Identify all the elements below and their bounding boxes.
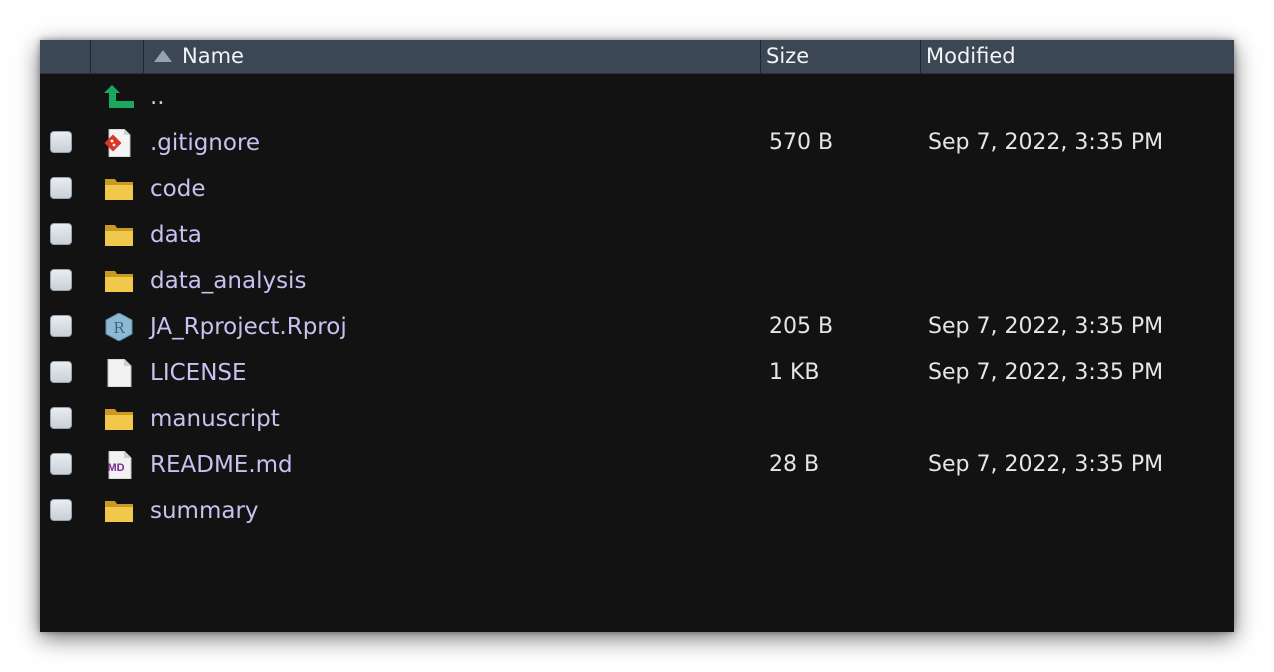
git-file-icon bbox=[104, 128, 134, 158]
file-size: 1 KB bbox=[769, 360, 820, 385]
file-name-link[interactable]: data_analysis bbox=[150, 258, 306, 304]
file-row[interactable]: .gitignore 570 B Sep 7, 2022, 3:35 PM bbox=[40, 120, 1234, 166]
row-checkbox[interactable] bbox=[50, 361, 72, 383]
file-name-link[interactable]: README.md bbox=[150, 442, 293, 488]
file-row[interactable]: manuscript bbox=[40, 396, 1234, 442]
header-name-label: Name bbox=[182, 44, 244, 68]
file-row[interactable]: R JA_Rproject.Rproj 205 B Sep 7, 2022, 3… bbox=[40, 304, 1234, 350]
file-name-link[interactable]: data bbox=[150, 212, 202, 258]
row-checkbox[interactable] bbox=[50, 223, 72, 245]
file-modified: Sep 7, 2022, 3:35 PM bbox=[928, 452, 1164, 477]
row-checkbox[interactable] bbox=[50, 315, 72, 337]
row-checkbox[interactable] bbox=[50, 453, 72, 475]
row-checkbox[interactable] bbox=[50, 131, 72, 153]
file-size: 570 B bbox=[769, 130, 834, 155]
file-row[interactable]: LICENSE 1 KB Sep 7, 2022, 3:35 PM bbox=[40, 350, 1234, 396]
folder-icon bbox=[104, 497, 134, 525]
column-header: Name Size Modified bbox=[40, 40, 1234, 74]
file-row[interactable]: data bbox=[40, 212, 1234, 258]
file-size: 28 B bbox=[769, 452, 820, 477]
file-name-link[interactable]: .gitignore bbox=[150, 120, 260, 166]
files-pane: Name Size Modified .. .gitignore 570 B S… bbox=[40, 40, 1234, 632]
row-checkbox[interactable] bbox=[50, 499, 72, 521]
file-name-link[interactable]: .. bbox=[150, 74, 165, 120]
file-name-link[interactable]: summary bbox=[150, 488, 259, 534]
folder-icon bbox=[104, 175, 134, 203]
file-name-link[interactable]: manuscript bbox=[150, 396, 280, 442]
row-checkbox[interactable] bbox=[50, 177, 72, 199]
folder-icon bbox=[104, 267, 134, 295]
header-checkbox-column bbox=[40, 40, 91, 73]
file-row[interactable]: data_analysis bbox=[40, 258, 1234, 304]
header-icon-column bbox=[91, 40, 144, 73]
file-icon bbox=[104, 358, 134, 388]
header-modified-label: Modified bbox=[926, 44, 1016, 68]
header-size-column[interactable]: Size bbox=[761, 40, 921, 73]
file-row[interactable]: MD README.md 28 B Sep 7, 2022, 3:35 PM bbox=[40, 442, 1234, 488]
header-size-label: Size bbox=[766, 44, 810, 68]
file-row[interactable]: code bbox=[40, 166, 1234, 212]
file-row-parent[interactable]: .. bbox=[40, 74, 1234, 120]
up-arrow-icon[interactable] bbox=[104, 83, 134, 111]
header-modified-column[interactable]: Modified bbox=[921, 40, 1234, 73]
file-modified: Sep 7, 2022, 3:35 PM bbox=[928, 130, 1164, 155]
file-name-link[interactable]: LICENSE bbox=[150, 350, 247, 396]
file-name-link[interactable]: JA_Rproject.Rproj bbox=[150, 304, 347, 350]
file-row[interactable]: summary bbox=[40, 488, 1234, 534]
file-modified: Sep 7, 2022, 3:35 PM bbox=[928, 360, 1164, 385]
file-name-link[interactable]: code bbox=[150, 166, 205, 212]
row-checkbox[interactable] bbox=[50, 269, 72, 291]
sort-ascending-icon bbox=[154, 50, 172, 62]
folder-icon bbox=[104, 405, 134, 433]
row-checkbox[interactable] bbox=[50, 407, 72, 429]
header-name-column[interactable]: Name bbox=[144, 40, 761, 73]
file-modified: Sep 7, 2022, 3:35 PM bbox=[928, 314, 1164, 339]
folder-icon bbox=[104, 221, 134, 249]
rproj-icon-label: R bbox=[113, 319, 125, 337]
file-size: 205 B bbox=[769, 314, 834, 339]
rproj-icon: R bbox=[104, 312, 134, 342]
markdown-icon-label: MD bbox=[107, 462, 124, 474]
markdown-file-icon: MD bbox=[104, 450, 134, 480]
